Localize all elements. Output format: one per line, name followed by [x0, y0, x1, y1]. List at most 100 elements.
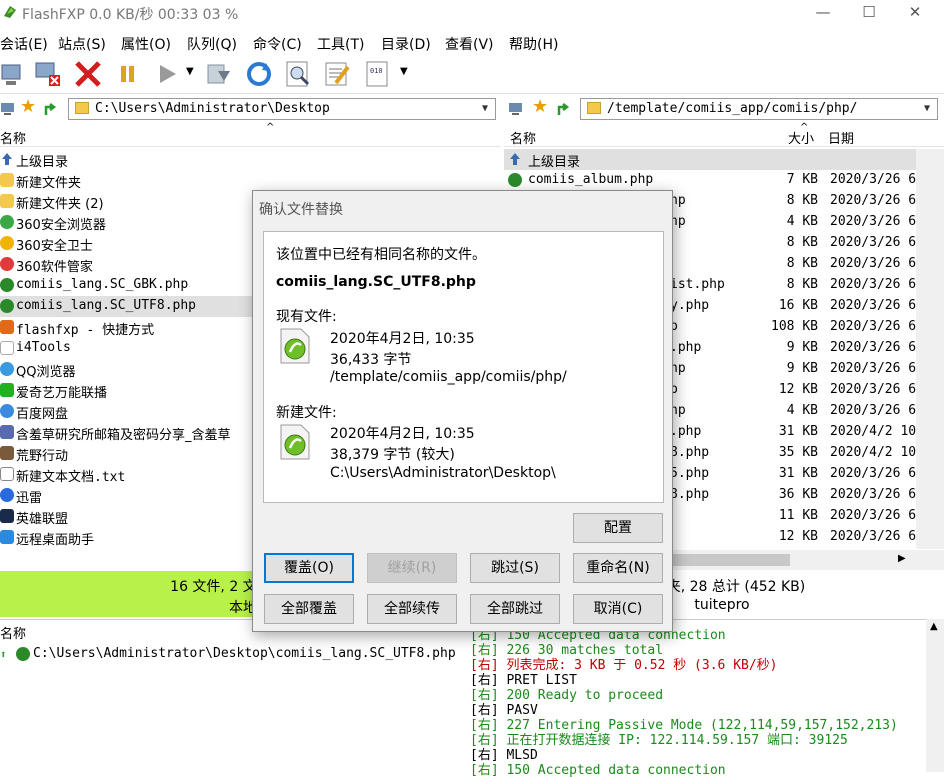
menu-options[interactable]: 属性(O) [121, 34, 171, 54]
binary-icon[interactable]: 010 [363, 59, 393, 89]
new-file-date: 2020年4月2日, 10:35 [330, 426, 475, 442]
app-icon [0, 530, 14, 544]
app-icon [0, 341, 14, 355]
left-address-bar: ★ C:\Users\Administrator\Desktop ▼ [0, 96, 500, 122]
chevron-down-icon[interactable]: ▼ [477, 99, 493, 119]
menu-view[interactable]: 查看(V) [445, 34, 494, 54]
new-file-label: 新建文件: [276, 405, 337, 421]
text-file-icon [0, 467, 14, 481]
up-directory-icon[interactable] [556, 101, 572, 117]
queue-item[interactable]: ⬆ C:\Users\Administrator\Desktop\comiis_… [0, 644, 466, 665]
chevron-down-icon[interactable]: ▼ [400, 66, 408, 77]
abort-icon[interactable] [73, 59, 103, 89]
refresh-icon[interactable] [244, 59, 274, 89]
chevron-down-icon[interactable]: ▼ [919, 99, 935, 119]
up-arrow-icon [2, 153, 12, 165]
queue-column-name[interactable]: 名称 [0, 623, 26, 642]
menu-directory[interactable]: 目录(D) [381, 34, 431, 54]
confirm-file-replace-dialog: 确认文件替换 该位置中已经有相同名称的文件。 comiis_lang.SC_UT… [252, 190, 673, 632]
column-date[interactable]: 日期 [828, 128, 854, 147]
app-icon [0, 257, 14, 271]
resume-all-button[interactable]: 全部续传 [367, 594, 457, 624]
menu-help[interactable]: 帮助(H) [509, 34, 558, 54]
app-icon [0, 404, 14, 418]
column-name[interactable]: 名称 [510, 128, 536, 147]
disconnect-icon[interactable] [33, 59, 63, 89]
new-file-path: C:\Users\Administrator\Desktop\ [330, 465, 556, 481]
php-file-icon [508, 173, 522, 187]
menu-session[interactable]: 会话(E) [0, 34, 48, 54]
pause-icon[interactable] [113, 59, 143, 89]
rename-button[interactable]: 重命名(N) [573, 553, 663, 583]
dialog-message: 该位置中已经有相同名称的文件。 [276, 247, 486, 263]
play-icon[interactable] [152, 59, 182, 89]
chevron-down-icon[interactable]: ▼ [186, 66, 194, 77]
php-file-icon [280, 328, 310, 364]
column-name[interactable]: 名称 [0, 128, 26, 147]
list-item[interactable]: 上级目录 [0, 149, 500, 170]
overwrite-all-button[interactable]: 全部覆盖 [264, 594, 354, 624]
edit-icon[interactable] [322, 59, 352, 89]
folder-icon [587, 102, 601, 114]
skip-all-button[interactable]: 全部跳过 [470, 594, 560, 624]
php-file-icon [280, 424, 310, 460]
php-file-icon [16, 647, 30, 661]
right-path-input[interactable]: /template/comiis_app/comiis/php/ ▼ [580, 98, 938, 120]
favorite-star-icon[interactable]: ★ [20, 98, 36, 116]
app-icon [0, 236, 14, 250]
menu-tools[interactable]: 工具(T) [317, 34, 364, 54]
config-button[interactable]: 配置 [573, 513, 663, 543]
left-path-input[interactable]: C:\Users\Administrator\Desktop ▼ [68, 98, 496, 120]
up-directory-icon[interactable] [43, 101, 59, 117]
app-icon [0, 215, 14, 229]
existing-file-path: /template/comiis_app/comiis/php/ [330, 369, 567, 385]
php-file-icon [0, 299, 14, 313]
app-icon [0, 362, 14, 376]
log-panel: [右] 150 Accepted data connection [右] 226… [466, 619, 944, 778]
menu-bar: 会话(E) 站点(S) 属性(O) 队列(Q) 命令(C) 工具(T) 目录(D… [0, 30, 944, 54]
overwrite-button[interactable]: 覆盖(O) [264, 553, 354, 583]
log-line: [右] 150 Accepted data connection [470, 763, 726, 778]
list-item[interactable]: comiis_album.php 7 KB 2020/3/26 6 [504, 170, 916, 191]
minimize-button[interactable]: — [800, 0, 846, 26]
existing-file-label: 现有文件: [276, 309, 337, 325]
app-icon [0, 446, 14, 460]
menu-sites[interactable]: 站点(S) [58, 34, 106, 54]
cancel-button[interactable]: 取消(C) [573, 594, 663, 624]
php-file-icon [0, 278, 14, 292]
title-bar: FlashFXP 0.0 KB/秒 00:33 03 % — ☐ ✕ [0, 0, 944, 26]
list-item[interactable]: 上级目录 [504, 149, 916, 170]
new-file-size: 38,379 字节 (较大) [330, 447, 455, 463]
toolbar: ▼ 010 ▼ [0, 56, 944, 94]
computer-icon[interactable] [0, 101, 16, 117]
existing-file-size: 36,433 字节 [330, 352, 412, 368]
existing-file-date: 2020年4月2日, 10:35 [330, 331, 475, 347]
flashfxp-app-icon [4, 6, 16, 18]
transfer-icon[interactable] [204, 59, 234, 89]
sort-asc-icon: ^ [800, 122, 809, 133]
list-item[interactable]: 新建文件夹 [0, 170, 500, 191]
queue-panel: 名称 ⬆ C:\Users\Administrator\Desktop\comi… [0, 619, 466, 772]
scroll-right-icon[interactable]: ▶ [898, 553, 906, 564]
close-button[interactable]: ✕ [892, 0, 938, 26]
favorite-star-icon[interactable]: ★ [532, 98, 548, 116]
right-list-vscroll[interactable] [916, 149, 944, 549]
log-vscroll[interactable]: ▲ [926, 619, 944, 772]
connect-icon[interactable] [0, 59, 30, 89]
folder-icon [0, 173, 14, 187]
app-icon [0, 488, 14, 502]
app-icon [0, 425, 14, 439]
skip-button[interactable]: 跳过(S) [470, 553, 560, 583]
find-icon[interactable] [283, 59, 313, 89]
window-title: FlashFXP 0.0 KB/秒 00:33 03 % [22, 7, 239, 23]
right-address-bar: ★ /template/comiis_app/comiis/php/ ▼ [504, 96, 944, 122]
resume-button[interactable]: 继续(R) [367, 553, 457, 583]
computer-icon[interactable] [508, 101, 524, 117]
up-arrow-icon [510, 153, 520, 165]
maximize-button[interactable]: ☐ [846, 0, 892, 26]
menu-commands[interactable]: 命令(C) [253, 34, 302, 54]
scroll-up-icon[interactable]: ▲ [930, 621, 938, 632]
folder-icon [0, 194, 14, 208]
menu-queue[interactable]: 队列(Q) [187, 34, 237, 54]
dialog-filename: comiis_lang.SC_UTF8.php [276, 274, 476, 290]
